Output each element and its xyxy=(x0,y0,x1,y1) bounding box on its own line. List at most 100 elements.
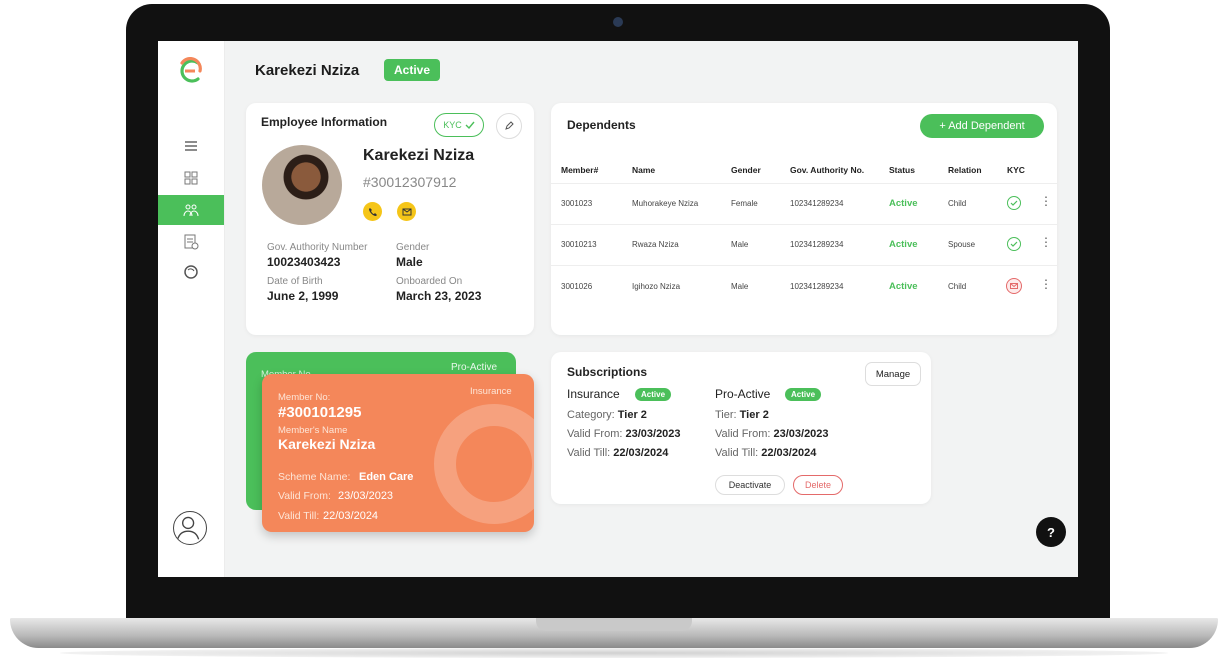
category-value: Tier 2 xyxy=(617,409,647,421)
laptop-shadow xyxy=(60,648,1168,658)
row3-member: 3001026 xyxy=(561,282,593,291)
card-watermark-logo xyxy=(434,404,534,524)
gov-number-label: Gov. Authority Number xyxy=(267,242,368,253)
menu-icon xyxy=(185,141,197,151)
row1-gov: 102341289234 xyxy=(790,199,844,208)
row3-name: Igihozo Nziza xyxy=(632,282,681,291)
row2-gender: Male xyxy=(731,240,749,249)
onboarded-value: March 23, 2023 xyxy=(396,289,482,303)
scheme-label: Scheme Name: xyxy=(278,471,351,483)
proactive-tier: Tier: Tier 2 xyxy=(715,409,769,421)
user-avatar-icon[interactable] xyxy=(173,511,207,545)
row2-status: Active xyxy=(889,239,918,250)
gov-number-value: 10023403423 xyxy=(267,255,341,269)
valid-till-value: 22/03/2024 xyxy=(761,447,817,459)
employee-name: Karekezi Nziza xyxy=(363,147,475,164)
row3-status: Active xyxy=(889,281,918,292)
insurance-member-card[interactable]: Insurance Member No: #300101295 Member's… xyxy=(262,374,534,532)
subscriptions-card: Subscriptions Manage Insurance Active Ca… xyxy=(551,352,931,504)
valid-till-label: Valid Till: xyxy=(567,447,611,459)
employee-photo xyxy=(262,145,342,225)
row2-name: Rwaza Nziza xyxy=(632,240,679,249)
kyc-button[interactable]: KYC xyxy=(434,113,484,137)
users-icon xyxy=(183,204,199,217)
valid-till-label: Valid Till: xyxy=(715,447,759,459)
dob-value: June 2, 1999 xyxy=(267,289,339,303)
insurance-category: Category: Tier 2 xyxy=(567,409,647,421)
laptop-camera xyxy=(613,17,623,27)
row2-relation: Spouse xyxy=(948,240,976,249)
col-name: Name xyxy=(632,165,656,175)
nav-employees[interactable] xyxy=(158,195,224,225)
dependents-card: Dependents + Add Dependent Member# Name … xyxy=(551,103,1057,335)
col-gov: Gov. Authority No. xyxy=(790,165,865,175)
category-label: Category: xyxy=(567,409,615,421)
row1-gender: Female xyxy=(731,199,758,208)
kyc-pending-mail-icon[interactable] xyxy=(1006,278,1022,294)
page-title: Karekezi Nziza xyxy=(255,62,360,79)
nav-claims[interactable] xyxy=(158,227,224,257)
row3-gender: Male xyxy=(731,282,749,291)
employee-info-card: Employee Information KYC Karekezi Nziza … xyxy=(246,103,534,335)
insurance-status-badge: Active xyxy=(635,388,672,401)
card-valid-from-value: 23/03/2023 xyxy=(338,490,394,502)
email-button[interactable] xyxy=(397,202,416,221)
valid-from-label: Valid From: xyxy=(567,428,623,440)
member-no-label: Member No: xyxy=(278,392,331,403)
sidebar xyxy=(158,41,225,577)
add-dependent-button[interactable]: + Add Dependent xyxy=(920,114,1044,138)
scheme-value: Eden Care xyxy=(359,471,414,483)
row2-member: 30010213 xyxy=(561,240,597,249)
phone-icon xyxy=(368,207,377,216)
kyc-verified-icon xyxy=(1007,237,1021,251)
insurance-valid-till: Valid Till: 22/03/2024 xyxy=(567,447,668,459)
dob-label: Date of Birth xyxy=(267,276,323,287)
dashboard-icon xyxy=(184,171,198,185)
claims-icon xyxy=(184,234,199,250)
help-button[interactable]: ? xyxy=(1036,517,1066,547)
nav-wellness[interactable] xyxy=(158,257,224,287)
member-no-value: #300101295 xyxy=(278,404,362,421)
insurance-card-type: Insurance xyxy=(470,386,512,397)
row1-more-icon[interactable]: ⋮ xyxy=(1040,194,1052,208)
dependents-title: Dependents xyxy=(567,118,636,132)
edit-button[interactable] xyxy=(496,113,522,139)
kyc-label: KYC xyxy=(443,120,462,130)
deactivate-button[interactable]: Deactivate xyxy=(715,475,785,495)
col-gender: Gender xyxy=(731,165,761,175)
col-relation: Relation xyxy=(948,165,982,175)
row1-name: Muhorakeye Nziza xyxy=(632,199,699,208)
laptop-notch xyxy=(536,618,692,631)
employee-id: #30012307912 xyxy=(363,174,457,190)
wellness-icon xyxy=(184,265,198,279)
onboarded-label: Onboarded On xyxy=(396,276,463,287)
insurance-plan-name: Insurance xyxy=(567,387,620,401)
proactive-valid-till: Valid Till: 22/03/2024 xyxy=(715,447,816,459)
nav-dashboard[interactable] xyxy=(158,163,224,193)
member-name-value: Karekezi Nziza xyxy=(278,436,376,452)
check-icon xyxy=(465,121,475,130)
row3-more-icon[interactable]: ⋮ xyxy=(1040,277,1052,291)
gender-label: Gender xyxy=(396,242,430,253)
proactive-valid-from: Valid From: 23/03/2023 xyxy=(715,428,829,440)
delete-button[interactable]: Delete xyxy=(793,475,843,495)
proactive-plan-name: Pro-Active xyxy=(715,387,771,401)
row3-relation: Child xyxy=(948,282,967,291)
proactive-card-type: Pro-Active xyxy=(451,362,498,373)
valid-from-value: 23/03/2023 xyxy=(625,428,681,440)
valid-till-value: 22/03/2024 xyxy=(613,447,669,459)
gender-value: Male xyxy=(396,255,423,269)
row1-relation: Child xyxy=(948,199,967,208)
row2-more-icon[interactable]: ⋮ xyxy=(1040,235,1052,249)
row-divider xyxy=(551,183,1057,184)
member-name-label: Member's Name xyxy=(278,425,348,436)
phone-button[interactable] xyxy=(363,202,382,221)
tier-value: Tier 2 xyxy=(739,409,769,421)
proactive-status-badge: Active xyxy=(785,388,822,401)
manage-button[interactable]: Manage xyxy=(865,362,921,386)
insurance-valid-from: Valid From: 23/03/2023 xyxy=(567,428,681,440)
nav-menu[interactable] xyxy=(158,131,224,161)
employee-info-title: Employee Information xyxy=(261,115,388,129)
col-member: Member# xyxy=(561,165,599,175)
card-valid-till-value: 22/03/2024 xyxy=(323,510,379,522)
